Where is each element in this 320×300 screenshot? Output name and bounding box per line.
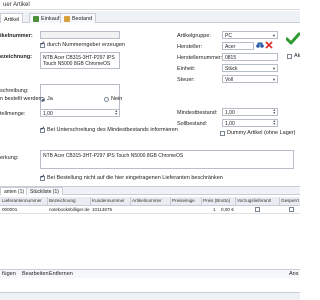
chevron-down-icon: ▼	[272, 77, 276, 82]
group-select[interactable]: PC ▼	[222, 31, 278, 39]
remark-label: erkung:	[0, 155, 19, 161]
chevron-down-icon: ▼	[272, 33, 276, 38]
dummy-option[interactable]: Dummy Artikel (ohne Lager)	[220, 130, 295, 136]
col-price-gross[interactable]: Preis (Brutto)	[203, 198, 230, 203]
close-icon[interactable]	[265, 41, 273, 49]
order-yes-radio[interactable]	[40, 96, 45, 102]
col-name[interactable]: Bezeichnung	[49, 198, 76, 203]
tab-bom[interactable]: Stückliste (1)	[26, 187, 63, 195]
target-stock-label: Sollbestand:	[177, 121, 208, 127]
name-input[interactable]: NTB Acer CB315-3HT-P297 IPS Touch N5000 …	[40, 52, 120, 69]
add-button[interactable]: fügen	[2, 271, 16, 277]
cell-supplier-number: 000001	[2, 207, 18, 212]
maker-input[interactable]: Acer	[222, 42, 254, 50]
order-yes-label: Ja	[47, 96, 53, 102]
col-preferred[interactable]: Vorzugslieferant!	[237, 198, 271, 203]
auto-number-label: durch Nummerngeber erzeugen	[47, 42, 125, 48]
maker-no-input[interactable]: 0815	[222, 53, 278, 61]
min-stock-spinner[interactable]: ▲ ▼	[273, 109, 276, 115]
remove-button[interactable]: Entfernen	[49, 271, 73, 277]
min-stock-input[interactable]: 1,00 ▲ ▼	[222, 108, 278, 116]
order-yes-option[interactable]: Ja	[40, 96, 53, 102]
target-stock-input[interactable]: 1,00 ▲ ▼	[222, 119, 278, 127]
min-stock-value: 1,00	[225, 110, 235, 116]
binoculars-icon[interactable]	[256, 41, 264, 49]
unit-select[interactable]: Stück ▼	[222, 64, 278, 72]
tab-artikel-label: Artikel	[4, 16, 20, 23]
tax-label: Steuer:	[177, 77, 195, 83]
maker-no-label: Herstellernummer:	[177, 55, 223, 61]
description-label: schreibung:	[0, 88, 29, 94]
save-check-icon[interactable]	[285, 32, 301, 46]
dummy-checkbox[interactable]	[220, 130, 225, 136]
cell-price-gross: 0,00 €	[221, 207, 234, 212]
quantity-label: tellmenge:	[0, 111, 26, 117]
edit-button[interactable]: Bearbeiten	[22, 271, 49, 277]
dummy-label: Dummy Artikel (ohne Lager)	[227, 130, 296, 136]
unit-value: Stück	[225, 66, 238, 72]
view-button[interactable]: Ans	[289, 271, 298, 277]
tab-bestand[interactable]: Bestand	[60, 13, 97, 23]
auto-number-option[interactable]: durch Nummerngeber erzeugen	[40, 41, 125, 48]
article-number-label: ikelnummer:	[0, 33, 33, 39]
order-no-option[interactable]: Nein	[104, 96, 122, 102]
cell-price-unit: 1	[213, 207, 216, 212]
min-stock-label: Mindestbestand:	[177, 110, 218, 116]
tab-einkauf[interactable]: Einkauf	[29, 13, 64, 23]
tab-suppliers[interactable]: anten (1)	[0, 187, 29, 195]
chevron-down-icon: ▼	[272, 66, 276, 71]
quantity-input[interactable]: 1,00 ▲ ▼	[40, 109, 120, 117]
cell-name: notebooksbilliger.de	[49, 207, 90, 212]
col-customer-number[interactable]: Kundennummer	[92, 198, 125, 203]
tab-bestand-label: Bestand	[72, 16, 93, 22]
cell-locked[interactable]	[289, 207, 294, 214]
target-stock-value: 1,00	[225, 121, 235, 127]
cell-customer-number: 10114875	[92, 207, 113, 212]
order-no-radio[interactable]	[104, 96, 109, 102]
side-checkbox[interactable]	[287, 53, 292, 59]
side-label: Ak	[294, 53, 301, 59]
col-price-unit[interactable]: Preiseinige	[172, 198, 195, 203]
tax-value: Voll	[225, 77, 234, 83]
title-bar	[0, 0, 300, 10]
auto-number-checkbox[interactable]	[40, 41, 45, 48]
order-label: n bestellt werden:	[0, 96, 44, 102]
col-supplier-number[interactable]: Lieferantennummer	[2, 198, 42, 203]
locked-checkbox[interactable]	[289, 207, 294, 212]
notify-checkbox[interactable]	[40, 126, 45, 133]
tax-select[interactable]: Voll ▼	[222, 75, 278, 83]
quantity-spinner[interactable]: ▲ ▼	[115, 110, 118, 116]
unit-label: Einheit:	[177, 66, 196, 72]
tab-einkauf-label: Einkauf	[41, 16, 60, 22]
restrict-option[interactable]: Bei Bestellung nicht auf die hier einget…	[40, 174, 223, 181]
group-value: PC	[225, 33, 232, 39]
notify-label: Bei Unterschreitung des Mindestbestands …	[47, 127, 178, 133]
group-label: Artikelgruppe:	[177, 33, 211, 39]
side-option[interactable]: Ak	[287, 53, 300, 59]
cell-preferred[interactable]	[255, 207, 260, 214]
remark-input[interactable]: NTB Acer CB315-3HT-P297 IPS Touch N5000 …	[40, 150, 294, 169]
maker-label: Hersteller:	[177, 44, 203, 50]
purchase-icon	[33, 16, 39, 22]
target-stock-spinner[interactable]: ▲ ▼	[273, 120, 276, 126]
notify-option[interactable]: Bei Unterschreitung des Mindestbestands …	[40, 126, 178, 133]
order-no-label: Nein	[111, 96, 123, 102]
name-label: ezeichnung:	[0, 54, 33, 60]
article-number-input[interactable]	[40, 31, 120, 39]
restrict-label: Bei Bestellung nicht auf die hier einget…	[47, 175, 223, 181]
quantity-value: 1,00	[43, 111, 53, 117]
status-bar	[0, 292, 300, 300]
preferred-checkbox[interactable]	[255, 207, 260, 212]
window-title: uer Artikel	[3, 2, 30, 8]
restrict-checkbox[interactable]	[40, 174, 45, 181]
stock-icon	[64, 16, 70, 22]
col-locked[interactable]: Gesperrt	[281, 198, 299, 203]
col-article-number[interactable]: Artikelnummer	[132, 198, 162, 203]
